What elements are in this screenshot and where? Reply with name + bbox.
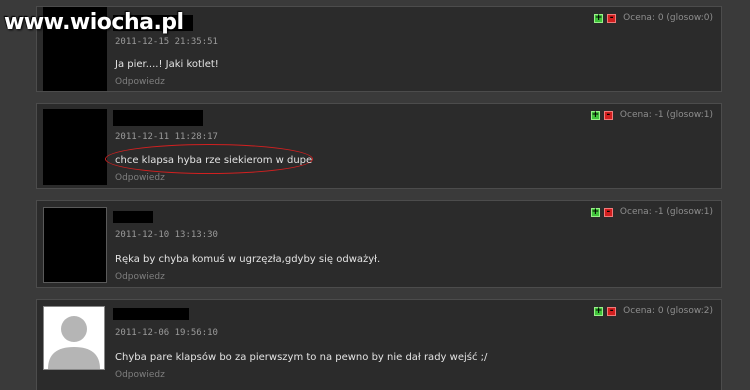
minus-icon[interactable]: - — [607, 306, 617, 316]
comment-text: Ręka by chyba komuś w ugrzęzła,gdyby się… — [115, 254, 381, 265]
avatar[interactable] — [43, 109, 107, 185]
reply-link[interactable]: Odpowiedz — [115, 370, 165, 380]
comment-date: 2011-12-06 19:56:10 — [115, 328, 218, 338]
comment-date: 2011-12-15 21:35:51 — [115, 37, 218, 47]
minus-icon[interactable]: - — [607, 13, 617, 23]
rating-text: Ocena: -1 (glosow:1) — [619, 207, 713, 217]
vote-panel: + - Ocena: 0 (glosow:2) — [594, 306, 713, 316]
comment-date: 2011-12-11 11:28:17 — [115, 132, 218, 142]
redacted-username — [113, 211, 153, 223]
comment-text: chce klapsa hyba rze siekierom w dupe — [115, 155, 313, 166]
comment-text: Chyba pare klapsów bo za pierwszym to na… — [115, 352, 488, 363]
vote-panel: + - Ocena: -1 (glosow:1) — [590, 207, 713, 217]
comment-card: 2011-12-11 11:28:17 chce klapsa hyba rze… — [36, 103, 722, 189]
comment-text: Ja pier....! Jaki kotlet! — [115, 59, 219, 70]
reply-link[interactable]: Odpowiedz — [115, 272, 165, 282]
reply-link[interactable]: Odpowiedz — [115, 173, 165, 183]
rating-text: Ocena: 0 (glosow:0) — [623, 13, 713, 23]
reply-link[interactable]: Odpowiedz — [115, 77, 165, 87]
redacted-username — [113, 110, 203, 126]
comment-card: 2011-12-06 19:56:10 Chyba pare klapsów b… — [36, 299, 722, 390]
vote-panel: + - Ocena: -1 (glosow:1) — [590, 110, 713, 120]
comment-card: 2011-12-10 13:13:30 Ręka by chyba komuś … — [36, 200, 722, 288]
rating-text: Ocena: -1 (glosow:1) — [619, 110, 713, 120]
comment-date: 2011-12-10 13:13:30 — [115, 230, 218, 240]
vote-panel: + - Ocena: 0 (glosow:0) — [594, 13, 713, 23]
plus-icon[interactable]: + — [590, 110, 600, 120]
minus-icon[interactable]: - — [603, 110, 613, 120]
plus-icon[interactable]: + — [594, 13, 604, 23]
default-user-icon — [44, 307, 104, 369]
site-watermark: www.wiocha.pl — [4, 10, 184, 35]
rating-text: Ocena: 0 (glosow:2) — [623, 306, 713, 316]
plus-icon[interactable]: + — [590, 207, 600, 217]
redacted-username — [113, 308, 189, 320]
avatar[interactable] — [43, 207, 107, 283]
minus-icon[interactable]: - — [603, 207, 613, 217]
avatar-placeholder[interactable] — [43, 306, 105, 370]
plus-icon[interactable]: + — [594, 306, 604, 316]
